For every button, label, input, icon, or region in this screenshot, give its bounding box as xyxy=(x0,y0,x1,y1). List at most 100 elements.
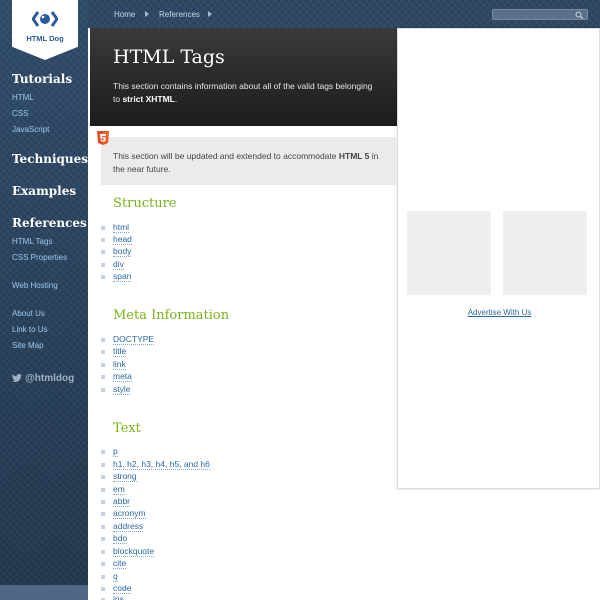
tag-link[interactable]: em xyxy=(113,484,125,495)
ad-slot[interactable] xyxy=(503,211,587,295)
tag-link[interactable]: meta xyxy=(113,371,132,382)
tag-link[interactable]: body xyxy=(113,246,132,257)
tag-link[interactable]: html xyxy=(113,222,130,233)
section-title-text: Text xyxy=(113,421,141,436)
search-input[interactable] xyxy=(492,9,588,20)
page-intro-bold: strict XHTML xyxy=(122,94,175,104)
bullet-icon xyxy=(101,586,105,591)
tag-link[interactable]: ins xyxy=(113,594,124,600)
tag-link[interactable]: strong xyxy=(113,471,137,482)
nav-techniques[interactable]: Techniques xyxy=(12,152,88,166)
tag-link[interactable]: div xyxy=(113,259,124,270)
tag-item: head xyxy=(101,234,132,245)
nav-link-about-us[interactable]: About Us xyxy=(12,309,45,318)
logo[interactable]: HTML Dog xyxy=(12,0,78,60)
nav-link-html[interactable]: HTML xyxy=(12,93,34,102)
tag-item: ins xyxy=(101,594,124,600)
bullet-icon xyxy=(101,274,105,279)
nav-tutorials[interactable]: Tutorials xyxy=(12,72,72,86)
tag-item: blockquote xyxy=(101,546,155,557)
html-dog-logo-icon xyxy=(32,11,58,27)
tag-item: div xyxy=(101,259,124,270)
bullet-icon xyxy=(101,337,105,342)
bullet-icon xyxy=(101,237,105,242)
nav-link-html-tags[interactable]: HTML Tags xyxy=(12,237,52,246)
tag-item: span xyxy=(101,271,132,282)
tag-item: meta xyxy=(101,371,132,382)
bullet-icon xyxy=(101,387,105,392)
ad-slot[interactable] xyxy=(407,211,491,295)
tag-item: q xyxy=(101,571,118,582)
tag-link[interactable]: span xyxy=(113,271,132,282)
tag-link[interactable]: q xyxy=(113,571,118,582)
sidebar: HTML Dog Tutorials HTML CSS JavaScript T… xyxy=(0,0,88,600)
breadcrumb-references[interactable]: References xyxy=(159,10,200,19)
nav-link-web-hosting[interactable]: Web Hosting xyxy=(12,281,58,290)
twitter-link[interactable]: @htmldog xyxy=(12,373,74,384)
bullet-icon xyxy=(101,574,105,579)
tag-item: acronym xyxy=(101,508,146,519)
tag-link[interactable]: abbr xyxy=(113,496,131,507)
bullet-icon xyxy=(101,511,105,516)
search-icon[interactable] xyxy=(575,11,585,19)
breadcrumb-home[interactable]: Home xyxy=(114,10,135,19)
tag-item: bdo xyxy=(101,533,128,544)
bullet-icon xyxy=(101,374,105,379)
tag-link[interactable]: address xyxy=(113,521,144,532)
page-header: HTML Tags This section contains informat… xyxy=(90,28,397,126)
nav-link-css[interactable]: CSS xyxy=(12,109,28,118)
tag-item: p xyxy=(101,446,118,457)
breadcrumb-separator-icon xyxy=(145,11,149,17)
twitter-bird-icon xyxy=(12,374,22,382)
tag-item: style xyxy=(101,384,131,395)
nav-link-site-map[interactable]: Site Map xyxy=(12,341,44,350)
tag-link[interactable]: bdo xyxy=(113,533,128,544)
tag-item: body xyxy=(101,246,132,257)
bullet-icon xyxy=(101,487,105,492)
tag-item: html xyxy=(101,222,130,233)
tag-item: address xyxy=(101,521,144,532)
tag-link[interactable]: head xyxy=(113,234,132,245)
tag-link[interactable]: p xyxy=(113,446,118,457)
tag-item: abbr xyxy=(101,496,131,507)
tag-item: code xyxy=(101,583,132,594)
notice-bold: HTML 5 xyxy=(338,151,370,161)
nav-examples[interactable]: Examples xyxy=(12,184,76,198)
bullet-icon xyxy=(101,499,105,504)
tag-link[interactable]: blockquote xyxy=(113,546,155,557)
tag-item: DOCTYPE xyxy=(101,334,155,345)
twitter-handle: @htmldog xyxy=(25,373,75,384)
bullet-icon xyxy=(101,524,105,529)
notice-text: This section will be updated and extende… xyxy=(113,151,379,174)
section-title-structure: Structure xyxy=(113,196,177,211)
bullet-icon xyxy=(101,462,105,467)
tag-link[interactable]: DOCTYPE xyxy=(113,334,155,345)
tag-link[interactable]: acronym xyxy=(113,508,146,519)
bullet-icon xyxy=(101,249,105,254)
advertise-link[interactable]: Advertise With Us xyxy=(398,308,600,317)
tag-link[interactable]: title xyxy=(113,346,127,357)
tag-link[interactable]: style xyxy=(113,384,131,395)
tag-item: link xyxy=(101,359,126,370)
page-intro: This section contains information about … xyxy=(113,81,373,104)
html5-icon xyxy=(97,131,109,145)
bullet-icon xyxy=(101,362,105,367)
nav-link-link-to-us[interactable]: Link to Us xyxy=(12,325,48,334)
ad-panel: Advertise With Us xyxy=(397,28,600,489)
bullet-icon xyxy=(101,474,105,479)
breadcrumb-separator-icon xyxy=(208,11,212,17)
tag-link[interactable]: cite xyxy=(113,558,127,569)
nav-link-css-properties[interactable]: CSS Properties xyxy=(12,253,67,262)
tag-link[interactable]: code xyxy=(113,583,132,594)
tag-item: h1, h2, h3, h4, h5, and h6 xyxy=(101,459,210,470)
page-title: HTML Tags xyxy=(113,46,225,68)
tag-item: title xyxy=(101,346,127,357)
section-title-meta-information: Meta Information xyxy=(113,308,230,323)
bullet-icon xyxy=(101,536,105,541)
nav-link-javascript[interactable]: JavaScript xyxy=(12,125,49,134)
tag-link[interactable]: link xyxy=(113,359,126,370)
top-bar: Home References xyxy=(88,0,600,28)
bullet-icon xyxy=(101,549,105,554)
nav-references[interactable]: References xyxy=(12,216,87,230)
tag-link[interactable]: h1, h2, h3, h4, h5, and h6 xyxy=(113,459,210,470)
